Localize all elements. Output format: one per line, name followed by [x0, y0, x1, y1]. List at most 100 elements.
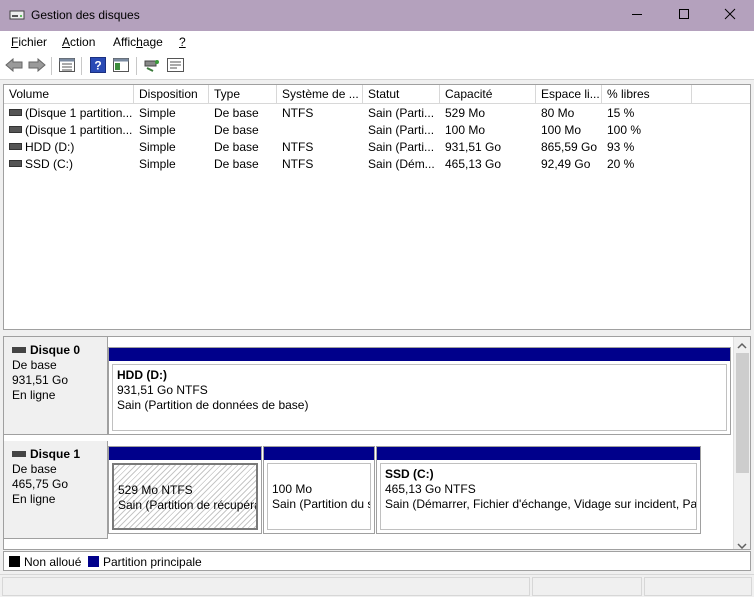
list-view-button[interactable]	[57, 57, 77, 75]
disk-size: 931,51 Go	[12, 373, 69, 387]
column-header-free-space[interactable]: Espace li...	[536, 85, 602, 104]
menu-help-accel: ?	[179, 35, 186, 49]
filesystem-cell: NTFS	[282, 157, 314, 171]
primary-partition-bar	[109, 348, 730, 361]
filesystem-cell	[277, 122, 363, 139]
rescan-button[interactable]	[142, 57, 162, 75]
close-icon	[724, 8, 736, 23]
menu-action[interactable]: Action	[62, 35, 95, 49]
settings-button[interactable]	[166, 57, 186, 75]
primary-partition-bar	[377, 447, 700, 460]
column-header-percent-free[interactable]: % libres	[602, 85, 692, 104]
scroll-up-icon[interactable]	[737, 339, 747, 353]
partition-system[interactable]: 100 Mo Sain (Partition du s	[263, 446, 375, 534]
partition-title	[272, 467, 366, 482]
partition-status: Sain (Partition de données de base)	[117, 398, 309, 412]
title-bar: Gestion des disques	[0, 0, 754, 31]
close-button[interactable]	[707, 0, 753, 31]
minimize-button[interactable]	[614, 0, 660, 31]
partition-title: HDD (D:)	[117, 368, 167, 382]
scroll-down-icon[interactable]	[737, 539, 747, 549]
toolbar-separator	[51, 57, 52, 75]
disk-size: 465,75 Go	[12, 477, 69, 491]
column-header-status[interactable]: Statut	[363, 85, 440, 104]
svg-text:?: ?	[94, 58, 101, 72]
volume-name-cell: (Disque 1 partition...	[4, 122, 134, 139]
status-bar	[0, 574, 754, 597]
toolbar: ?	[0, 53, 754, 80]
disk-map-pane[interactable]: Disque 0 De base 931,51 Go En ligne HDD …	[3, 336, 751, 550]
partition-recovery[interactable]: 529 Mo NTFS Sain (Partition de récupéra	[108, 446, 262, 534]
disk-kind: De base	[12, 462, 57, 476]
forward-button[interactable]	[27, 57, 47, 75]
drive-icon	[9, 109, 22, 117]
menu-affichage[interactable]: Affichage	[113, 35, 163, 49]
partition-status: Sain (Partition de récupéra	[118, 498, 258, 512]
volume-name-cell: (Disque 1 partition...	[4, 105, 134, 122]
properties-pane-button[interactable]	[111, 57, 131, 75]
disk-state: En ligne	[12, 492, 56, 506]
percent-free-cell: 93 %	[607, 140, 635, 154]
column-header-disposition[interactable]: Disposition	[134, 85, 209, 104]
disk-state: En ligne	[12, 388, 56, 402]
legend-unallocated-label: Non alloué	[24, 555, 82, 569]
status-cell: Sain (Parti...	[368, 106, 435, 120]
menu-fichier[interactable]: Fichier	[11, 35, 47, 49]
volume-row[interactable]: HDD (D:) Simple De base NTFS Sain (Parti…	[4, 139, 750, 156]
partition-status: Sain (Démarrer, Fichier d'échange, Vidag…	[385, 497, 697, 511]
partition-size: 100 Mo	[272, 482, 313, 496]
maximize-button[interactable]	[661, 0, 707, 31]
unallocated-swatch	[9, 556, 20, 567]
disk-kind: De base	[12, 358, 57, 372]
volume-name-cell: SSD (C:)	[4, 156, 134, 173]
column-header-type[interactable]: Type	[209, 85, 277, 104]
volume-row[interactable]: (Disque 1 partition... Simple De base NT…	[4, 105, 750, 122]
column-header-volume[interactable]: Volume	[4, 85, 134, 104]
partition-body: HDD (D:) 931,51 Go NTFS Sain (Partition …	[112, 364, 727, 431]
window-title: Gestion des disques	[31, 8, 140, 22]
free-space-cell: 100 Mo	[541, 123, 582, 137]
forward-arrow-icon	[28, 57, 46, 75]
partition-body: 100 Mo Sain (Partition du s	[267, 463, 371, 530]
disk-0-label[interactable]: Disque 0 De base 931,51 Go En ligne	[4, 337, 108, 435]
partition-ssd-c[interactable]: SSD (C:) 465,13 Go NTFS Sain (Démarrer, …	[376, 446, 701, 534]
filesystem-cell: NTFS	[282, 106, 314, 120]
menu-action-label: ction	[70, 35, 96, 49]
status-segment	[2, 577, 530, 596]
rescan-icon	[143, 58, 161, 75]
toolbar-separator	[81, 57, 82, 75]
partition-body: SSD (C:) 465,13 Go NTFS Sain (Démarrer, …	[380, 463, 697, 530]
volume-list[interactable]: Volume Disposition Type Système de ... S…	[3, 84, 751, 330]
legend-bar: Non alloué Partition principale	[3, 551, 751, 571]
disposition-cell: Simple	[139, 157, 176, 171]
percent-free-cell: 20 %	[607, 157, 635, 171]
volume-name: SSD (C:)	[25, 157, 73, 171]
list-view-icon	[59, 57, 75, 75]
disk-1-label[interactable]: Disque 1 De base 465,75 Go En ligne	[4, 441, 108, 539]
help-button[interactable]: ?	[88, 56, 108, 75]
back-button[interactable]	[4, 57, 24, 75]
type-cell: De base	[214, 123, 259, 137]
column-header-capacity[interactable]: Capacité	[440, 85, 536, 104]
status-segment	[532, 577, 642, 596]
disk-name: Disque 0	[30, 343, 81, 357]
capacity-cell: 100 Mo	[445, 123, 486, 137]
volume-row[interactable]: SSD (C:) Simple De base NTFS Sain (Dém..…	[4, 156, 750, 173]
scrollbar-thumb[interactable]	[736, 353, 749, 473]
column-header-filesystem[interactable]: Système de ...	[277, 85, 363, 104]
primary-partition-bar	[264, 447, 374, 460]
menu-help[interactable]: ?	[179, 35, 186, 49]
maximize-icon	[678, 8, 690, 23]
volume-row[interactable]: (Disque 1 partition... Simple De base Sa…	[4, 122, 750, 139]
minimize-icon	[631, 8, 643, 23]
menu-bar: Fichier Action Affichage ?	[0, 31, 754, 53]
menu-action-accel: A	[62, 35, 71, 49]
partition-hdd-d[interactable]: HDD (D:) 931,51 Go NTFS Sain (Partition …	[108, 347, 731, 435]
disk-pane-scrollbar[interactable]	[733, 337, 750, 549]
status-cell: Sain (Dém...	[368, 157, 435, 171]
type-cell: De base	[214, 157, 259, 171]
legend-primary-label: Partition principale	[103, 555, 202, 569]
menu-fichier-label: ichier	[18, 35, 48, 49]
disk-icon	[12, 450, 26, 457]
disposition-cell: Simple	[139, 106, 176, 120]
